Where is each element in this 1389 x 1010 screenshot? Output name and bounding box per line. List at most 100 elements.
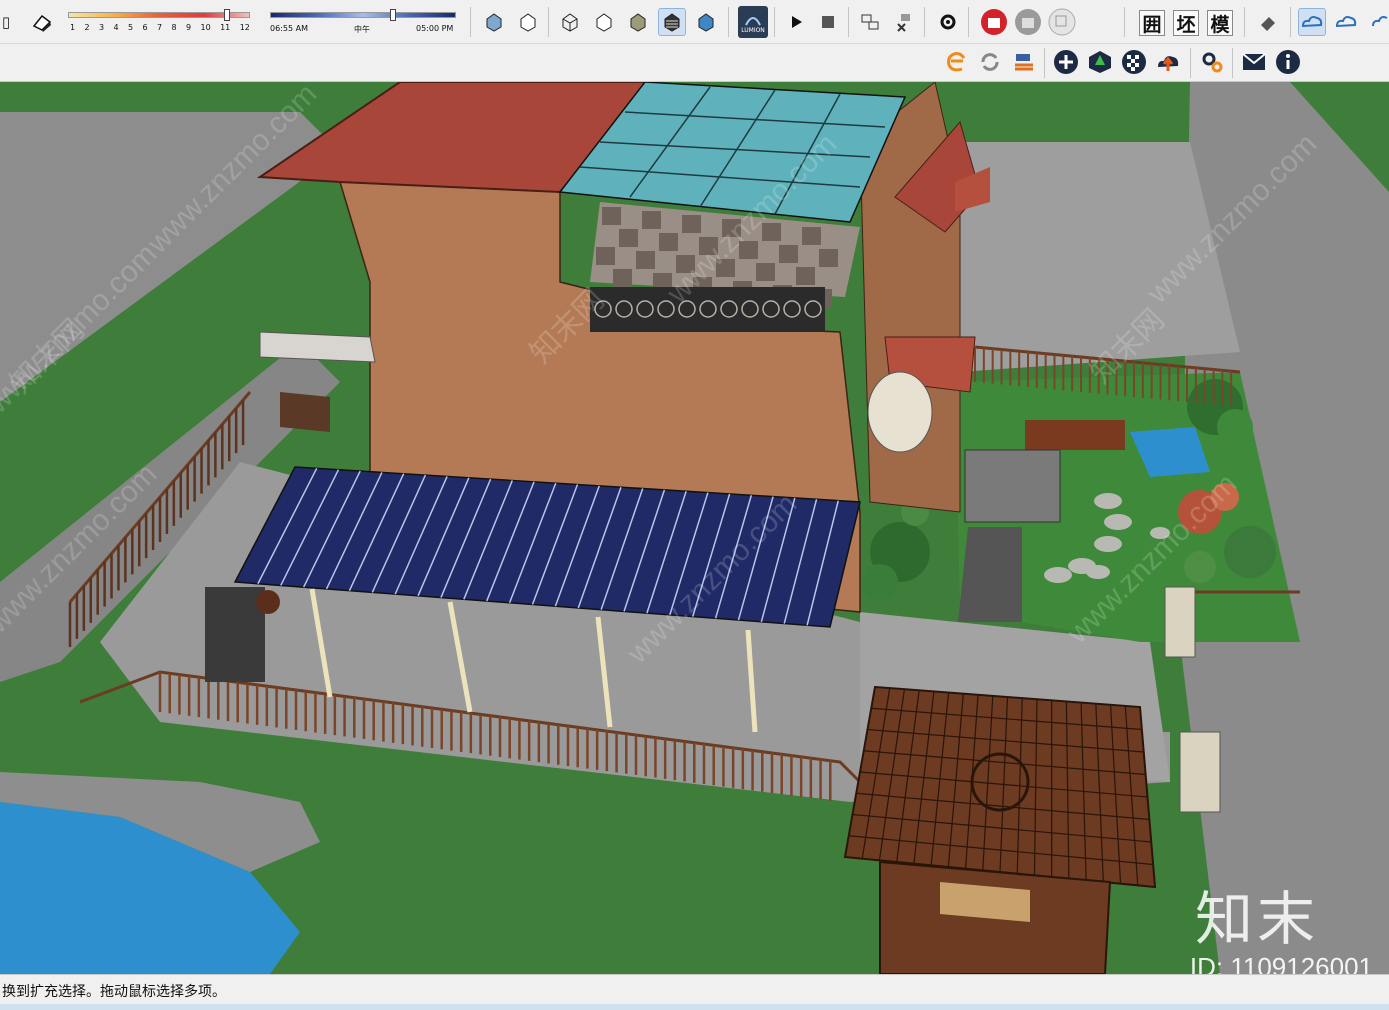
month-tick-11: 11: [220, 23, 231, 32]
separator: [1244, 7, 1245, 37]
terrace-railing: [590, 287, 825, 332]
sync-views-icon[interactable]: [1010, 48, 1038, 76]
separator: [924, 7, 925, 37]
month-tick-10: 10: [200, 23, 211, 32]
cloud-more-icon[interactable]: [1366, 8, 1389, 36]
month-tick-6: 6: [142, 23, 148, 32]
checker-tile: [596, 247, 615, 265]
section-plane-icon[interactable]: [856, 8, 884, 36]
checker-tile: [619, 229, 638, 247]
enscape-icon[interactable]: [942, 48, 970, 76]
separator: [848, 7, 849, 37]
add-circle-icon[interactable]: [1052, 48, 1080, 76]
back-edges-icon[interactable]: [514, 8, 542, 36]
month-tick-12: 12: [239, 23, 250, 32]
separator: [1290, 7, 1291, 37]
wireframe-icon[interactable]: [556, 8, 584, 36]
checker-tile: [802, 227, 821, 245]
settings-gear-icon[interactable]: [934, 8, 962, 36]
shadows-toggle-icon[interactable]: [28, 8, 56, 36]
status-bar: 换到扩充选择。拖动鼠标选择多项。: [0, 974, 1389, 1010]
monochrome-icon[interactable]: [692, 8, 720, 36]
checker-tile: [602, 207, 621, 225]
month-slider-thumb[interactable]: [224, 9, 230, 21]
time-end-label: 05:00 PM: [416, 24, 454, 33]
checker-tile: [756, 263, 775, 281]
separator: [728, 7, 729, 37]
round-gate-ornament: [256, 590, 280, 614]
main-toolbar: ▯ 1 2 3 4 5 6 7 8 9 10 11 12 06:55 AM 中午 05:00 PM: [0, 0, 1389, 44]
month-tick-7: 7: [157, 23, 163, 32]
garden-table: [1025, 420, 1125, 450]
separator: [1124, 7, 1125, 37]
cloud-upload-icon[interactable]: [1154, 48, 1182, 76]
month-tick-labels: 1 2 3 4 5 6 7 8 9 10 11 12: [66, 23, 254, 32]
month-tick-2: 2: [84, 23, 90, 32]
lumion-label: LUMION: [741, 26, 765, 34]
settings-gears-icon[interactable]: [1198, 48, 1226, 76]
extension-toolbar: [0, 44, 1389, 82]
cn-button-3[interactable]: 模: [1206, 9, 1234, 37]
cn-button-2-label: 坯: [1173, 10, 1199, 36]
info-icon[interactable]: [1274, 48, 1302, 76]
checker-tile: [682, 215, 701, 233]
eraser-icon[interactable]: [1254, 8, 1282, 36]
copy-layers-icon[interactable]: [1046, 6, 1078, 38]
time-mid-label: 中午: [354, 25, 370, 34]
time-start-label: 06:55 AM: [270, 24, 308, 33]
checker-tile: [636, 251, 655, 269]
section-cut-icon[interactable]: [890, 8, 918, 36]
month-slider-track[interactable]: [68, 12, 250, 18]
grey-package-icon[interactable]: [1012, 6, 1044, 38]
dark-path: [958, 527, 1022, 622]
sketchup-window: ▯ 1 2 3 4 5 6 7 8 9 10 11 12 06:55 AM 中午 05:00 PM: [0, 0, 1389, 1010]
separator: [968, 7, 969, 37]
cn-button-1[interactable]: 囲: [1138, 9, 1166, 37]
separator: [1044, 48, 1045, 78]
month-tick-9: 9: [186, 23, 192, 32]
month-tick-4: 4: [113, 23, 119, 32]
shaded-textures-icon[interactable]: [658, 8, 686, 36]
red-gift-icon[interactable]: [978, 6, 1010, 38]
gate-pier: [1179, 731, 1221, 813]
month-tick-3: 3: [99, 23, 105, 32]
time-slider-thumb[interactable]: [390, 9, 396, 21]
stop-icon[interactable]: [814, 8, 842, 36]
cn-button-2[interactable]: 坯: [1172, 9, 1200, 37]
checker-tile: [796, 267, 815, 285]
shadow-month-slider[interactable]: 1 2 3 4 5 6 7 8 9 10 11 12: [66, 8, 254, 36]
material-checker-icon[interactable]: [1120, 48, 1148, 76]
play-icon[interactable]: [782, 8, 810, 36]
shadow-time-slider[interactable]: 06:55 AM 中午 05:00 PM: [268, 8, 460, 36]
time-slider-track[interactable]: [270, 12, 456, 18]
month-tick-1: 1: [70, 23, 76, 32]
checker-tile: [779, 245, 798, 263]
side-pergola: [259, 331, 376, 363]
tree-asset-icon[interactable]: [1086, 48, 1114, 76]
cloud-link-icon[interactable]: [1298, 8, 1326, 36]
separator: [1232, 48, 1233, 78]
separator: [548, 7, 549, 37]
separator: [1190, 48, 1191, 78]
separator: [774, 7, 775, 37]
round-balcony: [867, 371, 933, 453]
shaded-icon[interactable]: [624, 8, 652, 36]
cn-button-1-label: 囲: [1139, 10, 1165, 36]
checker-tile: [659, 233, 678, 251]
mail-icon[interactable]: [1240, 48, 1268, 76]
month-tick-8: 8: [171, 23, 177, 32]
month-tick-5: 5: [128, 23, 134, 32]
lumion-icon[interactable]: LUMION: [738, 6, 768, 38]
watermark-logo: 知末: [1194, 885, 1319, 953]
cloud-sync-icon[interactable]: [1332, 8, 1360, 36]
paved-pad: [964, 449, 1061, 523]
refresh-icon[interactable]: [976, 48, 1004, 76]
status-text: 换到扩充选择。拖动鼠标选择多项。: [2, 984, 226, 1000]
checker-tile: [642, 211, 661, 229]
separator: [470, 7, 471, 37]
hidden-line-icon[interactable]: [590, 8, 618, 36]
checker-tile: [613, 269, 632, 287]
xray-icon[interactable]: [480, 8, 508, 36]
3d-viewport[interactable]: www.znzmo.com www.znzmo.com www.znzmo.co…: [0, 82, 1389, 974]
partial-icon[interactable]: ▯: [0, 8, 20, 36]
